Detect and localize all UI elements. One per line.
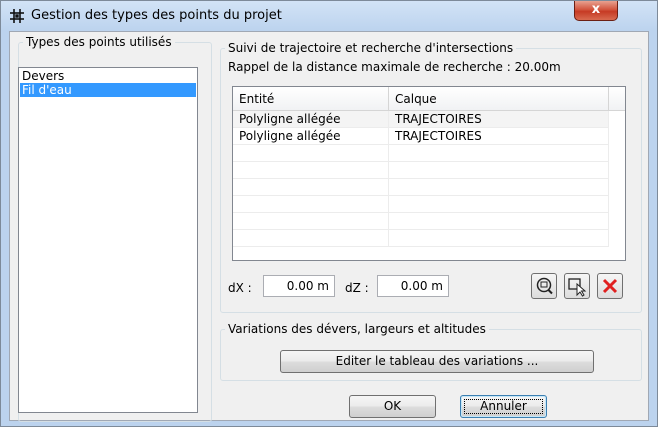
list-item-fil-deau[interactable]: Fil d'eau xyxy=(20,83,196,97)
dz-input[interactable]: 0.00 m xyxy=(377,275,449,297)
grid-app-icon xyxy=(10,9,24,23)
zoom-select-button[interactable] xyxy=(531,273,557,299)
empty-row xyxy=(233,230,609,247)
table-row[interactable]: Polyligne allégée TRAJECTOIRES xyxy=(233,111,609,128)
close-button[interactable]: x xyxy=(574,1,618,21)
dialog-body: Types des points utilisés Devers Fil d'e… xyxy=(9,31,649,422)
edit-variations-button[interactable]: Editer le tableau des variations ... xyxy=(280,350,594,373)
table-row[interactable]: Polyligne allégée TRAJECTOIRES xyxy=(233,128,609,145)
cancel-button[interactable]: Annuler xyxy=(460,395,547,418)
window-title: Gestion des types des points du projet xyxy=(31,8,282,23)
pick-entity-icon xyxy=(568,278,587,297)
tracking-group: Suivi de trajectoire et recherche d'inte… xyxy=(220,41,642,313)
variations-group: Variations des dévers, largeurs et altit… xyxy=(220,322,642,381)
cell-entity: Polyligne allégée xyxy=(233,128,389,145)
ok-button[interactable]: OK xyxy=(349,395,436,418)
cell-layer: TRAJECTOIRES xyxy=(389,111,609,128)
focus-rect xyxy=(464,399,543,414)
empty-row xyxy=(233,179,609,196)
dz-label: dZ : xyxy=(345,281,369,295)
column-header-calque[interactable]: Calque xyxy=(389,87,609,111)
cell-entity: Polyligne allégée xyxy=(233,111,389,128)
dialog-window: Gestion des types des points du projet x… xyxy=(0,0,658,427)
empty-row xyxy=(233,145,609,162)
column-header-entite[interactable]: Entité xyxy=(233,87,389,111)
dx-input[interactable]: 0.00 m xyxy=(263,275,335,297)
close-icon: x xyxy=(591,2,601,17)
cell-layer: TRAJECTOIRES xyxy=(389,128,609,145)
entities-table[interactable]: Entité Calque Polyligne allégée TRAJECTO… xyxy=(232,86,626,261)
variations-group-legend: Variations des dévers, largeurs et altit… xyxy=(225,322,489,336)
max-distance-label: Rappel de la distance maximale de recher… xyxy=(228,60,561,74)
types-listbox[interactable]: Devers Fil d'eau xyxy=(18,67,198,413)
types-group: Types des points utilisés Devers Fil d'e… xyxy=(18,35,212,422)
dx-label: dX : xyxy=(228,281,252,295)
title-bar[interactable]: Gestion des types des points du projet x xyxy=(1,1,657,31)
types-group-legend: Types des points utilisés xyxy=(23,35,175,49)
list-item-devers[interactable]: Devers xyxy=(20,69,196,83)
zoom-select-icon xyxy=(536,277,553,295)
empty-row xyxy=(233,213,609,230)
delete-icon xyxy=(602,278,618,294)
empty-row xyxy=(233,162,609,179)
pick-entity-button[interactable] xyxy=(564,273,590,299)
delete-button[interactable] xyxy=(597,273,623,299)
tracking-group-legend: Suivi de trajectoire et recherche d'inte… xyxy=(225,41,517,55)
column-header-filler xyxy=(609,87,625,111)
empty-row xyxy=(233,196,609,213)
